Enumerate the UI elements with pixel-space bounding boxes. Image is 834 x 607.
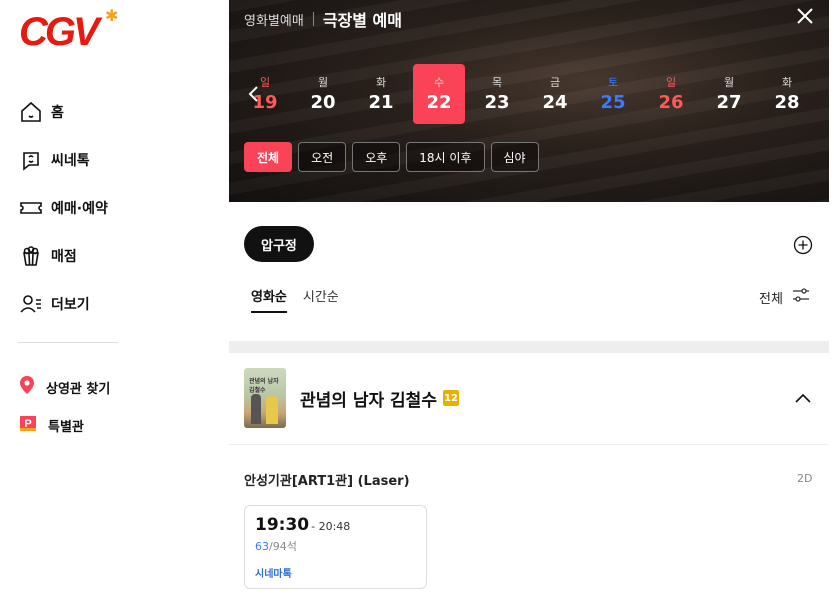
movie-poster: 관념의 남자 김철수 xyxy=(244,368,286,428)
date-weekday: 화 xyxy=(781,76,793,89)
cgv-logo[interactable]: CGV ✱ xyxy=(19,6,123,54)
time-filter-button[interactable]: 심야 xyxy=(490,142,539,172)
date-day: 21 xyxy=(368,92,394,113)
hall-name: 안성기관[ART1관] (Laser) xyxy=(244,474,410,489)
showtime-end: - 20:48 xyxy=(311,520,351,533)
date-item[interactable]: 목 23 xyxy=(471,64,523,124)
date-weekday: 월 xyxy=(317,76,329,89)
movie-header[interactable]: 관념의 남자 김철수 관념의 남자 김철수 12 xyxy=(244,368,459,428)
home-icon xyxy=(18,99,44,125)
page-title: 극장별 예매 xyxy=(322,11,402,30)
ticket-icon xyxy=(18,195,44,221)
main-nav: 홈 씨네톡 예매·예약 매점 더보기 xyxy=(18,88,218,328)
date-day: 28 xyxy=(774,92,800,113)
sidebar-sub-nav: 상영관 찾기 P 특별관 xyxy=(18,368,110,444)
filter-all-label[interactable]: 전체 xyxy=(759,288,783,307)
date-day: 22 xyxy=(426,92,452,113)
breadcrumb-separator xyxy=(312,12,314,26)
date-item[interactable]: 화 28 xyxy=(761,64,813,124)
format-label: 2D xyxy=(797,472,813,485)
date-day: 20 xyxy=(310,92,336,113)
logo-star-icon: ✱ xyxy=(105,6,119,25)
logo-text: CGV xyxy=(19,10,100,54)
time-filters: 전체 오전 오후 18시 이후 심야 xyxy=(244,142,545,172)
nav-item-label: 홈 xyxy=(51,105,64,121)
filter-settings-icon[interactable] xyxy=(792,287,810,303)
showtime-start: 19:30 xyxy=(255,515,310,535)
sidebar-item-label: 상영관 찾기 xyxy=(46,381,111,397)
date-item[interactable]: 수 22 xyxy=(413,64,465,124)
location-pin-icon xyxy=(18,375,36,399)
nav-item-booking[interactable]: 예매·예약 xyxy=(18,184,218,232)
special-hall-icon: P xyxy=(18,413,38,437)
date-item[interactable]: 화 21 xyxy=(355,64,407,124)
date-day: 26 xyxy=(658,92,684,113)
chevron-left-icon[interactable] xyxy=(247,84,261,104)
date-header: 영화별예매 극장별 예매 일 19 월 20 화 21 수 22 목 23 금 24 토 25 일 26 월 27… xyxy=(229,0,829,202)
booking-main: 영화별예매 극장별 예매 일 19 월 20 화 21 수 22 목 23 금 24 토 25 일 26 월 27… xyxy=(229,0,834,607)
movie-divider xyxy=(229,444,829,445)
time-filter-button[interactable]: 전체 xyxy=(244,142,293,172)
nav-item-more[interactable]: 더보기 xyxy=(18,280,218,328)
tab-sort-by-time[interactable]: 시간순 xyxy=(303,286,339,313)
seats-total: /94석 xyxy=(269,540,297,553)
nav-item-snack[interactable]: 매점 xyxy=(18,232,218,280)
date-day: 23 xyxy=(484,92,510,113)
more-menu-icon xyxy=(18,291,44,317)
date-item[interactable]: 월 20 xyxy=(297,64,349,124)
nav-item-label: 예매·예약 xyxy=(51,201,108,217)
cinetalk-tag: 시네마톡 xyxy=(255,569,292,580)
breadcrumb-parent[interactable]: 영화별예매 xyxy=(244,10,304,29)
date-day: 25 xyxy=(600,92,626,113)
nav-item-label: 더보기 xyxy=(51,297,90,313)
close-icon[interactable] xyxy=(795,6,815,26)
time-filter-button[interactable]: 오전 xyxy=(298,142,347,172)
time-filter-button[interactable]: 오후 xyxy=(352,142,401,172)
date-weekday: 일 xyxy=(665,76,677,89)
date-weekday: 목 xyxy=(491,76,503,89)
svg-text:P: P xyxy=(24,418,31,430)
sidebar-item-special-hall[interactable]: P 특별관 xyxy=(18,406,110,444)
nav-item-home[interactable]: 홈 xyxy=(18,88,218,136)
date-weekday: 금 xyxy=(549,76,561,89)
movie-title: 관념의 남자 김철수 xyxy=(300,390,437,411)
date-weekday: 월 xyxy=(723,76,735,89)
nav-item-label: 매점 xyxy=(51,249,77,265)
sidebar-item-label: 특별관 xyxy=(48,419,84,435)
section-divider xyxy=(229,341,829,353)
poster-figure xyxy=(266,396,278,424)
date-item[interactable]: 금 24 xyxy=(529,64,581,124)
sidebar: CGV ✱ 홈 씨네톡 예매·예약 매점 더보기 상영관 찾기 P 특별관 xyxy=(0,0,229,607)
age-rating-badge: 12 xyxy=(442,390,459,406)
tab-sort-by-movie[interactable]: 영화순 xyxy=(251,286,287,313)
poster-title: 관념의 남자 김철수 xyxy=(249,378,279,394)
date-item[interactable]: 일 26 xyxy=(645,64,697,124)
popcorn-icon xyxy=(18,243,44,269)
theater-chip[interactable]: 압구정 xyxy=(244,226,314,262)
date-item[interactable]: 토 25 xyxy=(587,64,639,124)
chevron-up-icon[interactable] xyxy=(795,390,811,404)
date-selector: 일 19 월 20 화 21 수 22 목 23 금 24 토 25 일 26 월 27 화 28 xyxy=(239,64,819,124)
seats-available: 63 xyxy=(255,540,269,553)
showtime-card[interactable]: 19:30 - 20:48 63/94석 시네마톡 xyxy=(244,505,427,589)
sort-tabs: 영화순 시간순 xyxy=(251,286,355,313)
date-weekday: 화 xyxy=(375,76,387,89)
seat-count: 63/94석 xyxy=(255,538,416,554)
breadcrumb: 영화별예매 극장별 예매 xyxy=(244,7,402,31)
nav-item-cinetalk[interactable]: 씨네톡 xyxy=(18,136,218,184)
sidebar-divider xyxy=(18,342,118,343)
add-theater-icon[interactable] xyxy=(793,235,813,255)
date-item[interactable]: 월 27 xyxy=(703,64,755,124)
chat-icon xyxy=(18,147,44,173)
date-day: 27 xyxy=(716,92,742,113)
poster-figure xyxy=(251,394,261,424)
nav-item-label: 씨네톡 xyxy=(51,153,90,169)
date-day: 24 xyxy=(542,92,568,113)
date-weekday: 수 xyxy=(433,76,445,89)
sidebar-item-find-theater[interactable]: 상영관 찾기 xyxy=(18,368,110,406)
date-weekday: 토 xyxy=(607,76,619,89)
time-filter-button[interactable]: 18시 이후 xyxy=(406,142,485,172)
